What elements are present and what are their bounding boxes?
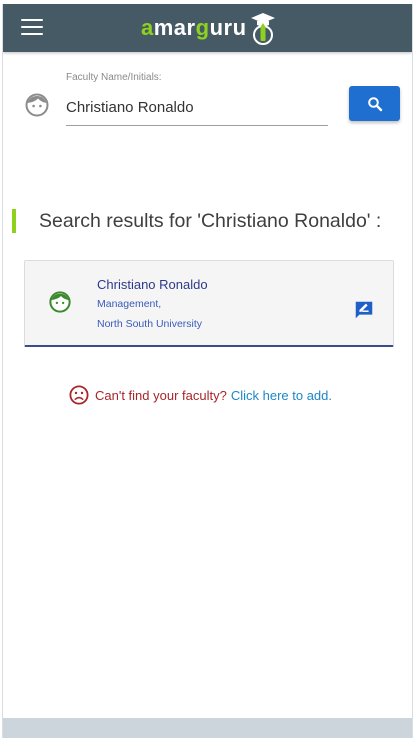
sad-face-icon: [69, 385, 89, 405]
add-faculty-link[interactable]: Click here to add.: [231, 388, 332, 403]
not-found-question: Can't find your faculty?: [95, 387, 227, 403]
faculty-result-card[interactable]: Christiano Ronaldo Management, North Sou…: [24, 260, 394, 347]
rate-review-icon[interactable]: [353, 299, 375, 321]
search-button[interactable]: [349, 86, 400, 121]
faculty-university: North South University: [97, 318, 203, 330]
face-icon: [25, 93, 49, 117]
menu-button[interactable]: [21, 19, 43, 37]
app-logo[interactable]: amarguru: [141, 10, 277, 46]
app-frame: amarguru Faculty Name/Initials: Sea: [2, 4, 413, 738]
face-icon: [49, 291, 71, 313]
menu-icon-line: [21, 26, 43, 28]
not-found-prompt: Can't find your faculty? Click here to a…: [69, 384, 332, 406]
search-icon: [367, 96, 382, 111]
results-heading: Search results for 'Christiano Ronaldo' …: [12, 209, 381, 233]
top-app-bar: amarguru: [3, 4, 412, 52]
faculty-name[interactable]: Christiano Ronaldo: [97, 277, 208, 292]
graduation-cap-icon: [250, 13, 275, 45]
logo-text: amarguru: [141, 15, 247, 40]
results-heading-text: Search results for 'Christiano Ronaldo' …: [39, 209, 382, 232]
menu-icon-line: [21, 19, 43, 21]
faculty-search-field: Faculty Name/Initials:: [23, 66, 403, 136]
menu-icon-line: [21, 33, 43, 35]
faculty-name-input[interactable]: [66, 92, 328, 126]
faculty-field-label: Faculty Name/Initials:: [66, 72, 162, 83]
faculty-department: Management,: [97, 298, 162, 310]
heading-accent-bar: [12, 209, 16, 233]
bottom-bar: [3, 718, 412, 738]
